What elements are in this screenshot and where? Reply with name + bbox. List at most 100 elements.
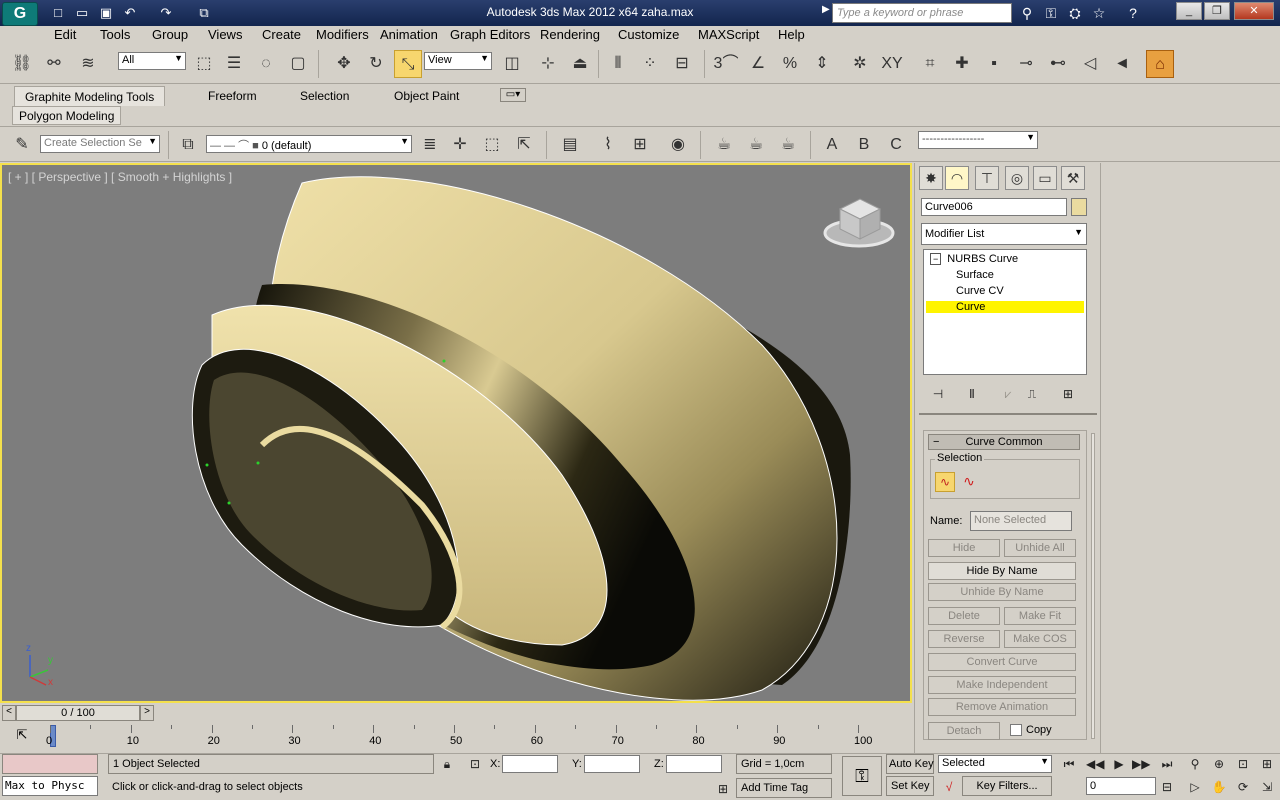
tab-display-icon[interactable]: ▭: [1033, 166, 1057, 190]
track-bar[interactable]: 0 10 20 30 40 50 60 70 80 90 100: [46, 725, 872, 749]
search-expand-icon[interactable]: ▶: [822, 4, 832, 22]
zoom-icon[interactable]: ⚲: [1186, 755, 1204, 773]
curve-level-icon[interactable]: ∿: [959, 472, 979, 492]
mirror-icon[interactable]: ⫴: [604, 50, 632, 78]
dope-sheet-icon[interactable]: ⊞: [626, 131, 654, 159]
select-in-layer-icon[interactable]: ⬚: [478, 131, 506, 159]
maxscript-listener-pink[interactable]: [2, 754, 98, 774]
layer-manager-icon[interactable]: ⊟: [668, 50, 696, 78]
line-style-dropdown[interactable]: ----------------- ▼: [918, 131, 1038, 149]
time-tag-icon[interactable]: ⊞: [714, 780, 732, 798]
undo-icon[interactable]: ↶: [120, 3, 140, 23]
play-icon[interactable]: ▶: [1110, 755, 1128, 773]
minimize-button[interactable]: _: [1176, 2, 1202, 20]
spinner-snap-icon[interactable]: ⇕: [808, 50, 836, 78]
viewcube[interactable]: [823, 198, 895, 248]
cv-point[interactable]: [442, 359, 446, 363]
track-bar-toggle-icon[interactable]: ⇱: [12, 727, 32, 747]
app-logo-icon[interactable]: G: [2, 2, 38, 26]
y-coordinate-input[interactable]: [584, 755, 640, 773]
percent-snap-icon[interactable]: %: [776, 50, 804, 78]
scale-icon[interactable]: ⤡: [394, 50, 422, 78]
create-layer-icon[interactable]: ✛: [446, 131, 474, 159]
time-slider-next-icon[interactable]: >: [140, 705, 154, 721]
open-file-icon[interactable]: ▭: [72, 3, 92, 23]
maximize-button[interactable]: ❐: [1204, 2, 1230, 20]
menu-customize[interactable]: Customize: [618, 27, 679, 43]
cv-point[interactable]: [227, 501, 231, 505]
current-frame-input[interactable]: 0: [1086, 777, 1156, 795]
render-setup-icon[interactable]: ☕: [710, 131, 738, 159]
select-by-name-icon[interactable]: ☰: [220, 50, 248, 78]
pan-view-icon[interactable]: ✋: [1210, 778, 1228, 796]
close-button[interactable]: ✕: [1234, 2, 1274, 20]
binoculars-icon[interactable]: ⚲: [1016, 3, 1038, 23]
previous-frame-icon[interactable]: ◀◀: [1086, 755, 1104, 773]
move-icon[interactable]: ✥: [330, 50, 358, 78]
set-key-button[interactable]: Set Key: [886, 776, 934, 796]
rotate-icon[interactable]: ↻: [362, 50, 390, 78]
hide-button[interactable]: Hide: [928, 539, 1000, 557]
ribbon-options-icon[interactable]: ▭▾: [500, 88, 526, 102]
favorites-star-icon[interactable]: ☆: [1088, 3, 1110, 23]
bind-space-warp-icon[interactable]: ≋: [74, 50, 102, 78]
z-coordinate-input[interactable]: [666, 755, 722, 773]
add-time-tag-button[interactable]: Add Time Tag: [736, 778, 832, 798]
search-input[interactable]: Type a keyword or phrase: [832, 3, 1012, 23]
select-and-link-icon[interactable]: ⛓: [8, 50, 36, 78]
zoom-extents-all-icon[interactable]: ⊞: [1258, 755, 1276, 773]
go-to-start-icon[interactable]: ⏮: [1060, 755, 1078, 773]
zoom-extents-icon[interactable]: ⊡: [1234, 755, 1252, 773]
stack-item-surface[interactable]: Surface: [956, 269, 994, 281]
tab-polygon-modeling[interactable]: Polygon Modeling: [12, 106, 122, 125]
tab-hierarchy-icon[interactable]: ⊤: [975, 166, 999, 190]
absolute-mode-icon[interactable]: ⊡: [466, 755, 484, 773]
make-cos-button[interactable]: Make COS: [1004, 630, 1076, 648]
field-of-view-icon[interactable]: ▷: [1186, 778, 1204, 796]
snap-midpoint-icon[interactable]: ⊷: [1044, 50, 1072, 78]
menu-edit[interactable]: Edit: [54, 27, 76, 43]
show-end-result-icon[interactable]: Ⅱ: [963, 385, 981, 403]
pivot-center-icon[interactable]: ◫: [498, 50, 526, 78]
menu-rendering[interactable]: Rendering: [540, 27, 600, 43]
remove-modifier-icon[interactable]: ⎍: [1023, 385, 1041, 403]
viewport-label[interactable]: [ + ] [ Perspective ] [ Smooth + Highlig…: [8, 170, 232, 184]
add-to-layer-icon[interactable]: ≣: [416, 131, 444, 159]
time-slider[interactable]: 0 / 100: [16, 705, 140, 721]
unlink-icon[interactable]: ⚯: [40, 50, 68, 78]
curve-cv-level-icon[interactable]: ∿: [935, 472, 955, 492]
stack-item-curve[interactable]: Curve: [926, 301, 1084, 313]
make-independent-button[interactable]: Make Independent: [928, 676, 1076, 694]
layer-dropdown[interactable]: — — ⌒ ■ 0 (default) ▼: [206, 135, 412, 153]
key-filters-button[interactable]: Key Filters...: [962, 776, 1052, 796]
curve-editor-icon[interactable]: ⌇: [594, 131, 622, 159]
nurbs-model-render[interactable]: [2, 165, 910, 701]
manipulate-icon[interactable]: ⊹: [534, 50, 562, 78]
menu-group[interactable]: Group: [152, 27, 188, 43]
cv-point[interactable]: [205, 463, 209, 467]
go-to-end-icon[interactable]: ⏭: [1158, 755, 1176, 773]
modifier-list-dropdown[interactable]: Modifier List ▼: [921, 223, 1087, 245]
window-crossing-icon[interactable]: ▢: [284, 50, 312, 78]
curve-common-header[interactable]: − Curve Common: [928, 434, 1080, 450]
next-frame-icon[interactable]: ▶▶: [1132, 755, 1150, 773]
pin-stack-icon[interactable]: ⊣: [929, 385, 947, 403]
tab-motion-icon[interactable]: ◎: [1005, 166, 1029, 190]
save-icon[interactable]: ▣: [96, 3, 116, 23]
unhide-by-name-button[interactable]: Unhide By Name: [928, 583, 1076, 601]
maximize-viewport-icon[interactable]: ⇲: [1258, 778, 1276, 796]
create-selection-set-dropdown[interactable]: Create Selection Se ▼: [40, 135, 160, 153]
menu-maxscript[interactable]: MAXScript: [698, 27, 759, 43]
object-name-field[interactable]: Curve006: [921, 198, 1067, 216]
help-icon[interactable]: ?: [1122, 3, 1144, 23]
menu-graph-editors[interactable]: Graph Editors: [450, 27, 530, 43]
tab-selection[interactable]: Selection: [290, 86, 359, 106]
layer-manager-icon[interactable]: ⧉: [174, 131, 202, 159]
perspective-viewport[interactable]: [ + ] [ Perspective ] [ Smooth + Highlig…: [0, 163, 912, 703]
snap-3d-icon[interactable]: 3⌒: [712, 50, 740, 78]
project-folder-icon[interactable]: ⧉: [194, 3, 214, 23]
set-key-icon[interactable]: ⚿: [842, 756, 882, 796]
x-coordinate-input[interactable]: [502, 755, 558, 773]
select-object-icon[interactable]: ⬚: [190, 50, 218, 78]
selection-filter-dropdown[interactable]: All ▼: [118, 52, 186, 70]
